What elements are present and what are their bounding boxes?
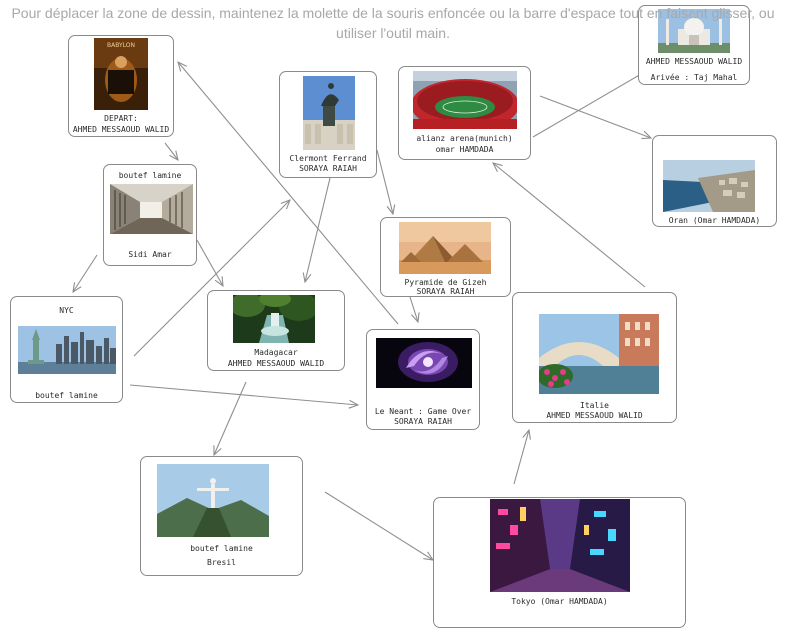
svg-text:BABYLON: BABYLON [107, 42, 135, 49]
galaxy-image [376, 338, 472, 388]
nyc-title: NYC [59, 306, 74, 315]
bresil-subtitle: Bresil [207, 558, 236, 567]
allianz-title: alianz arena(munich) [416, 134, 513, 143]
allianz-subtitle: omar HAMDADA [435, 145, 494, 154]
arrow-allianz-to-oran[interactable] [539, 95, 651, 138]
pyramids-image [399, 222, 491, 274]
tokyo-title: Tokyo (Omar HAMDADA) [511, 597, 608, 606]
arrow-clermont-to-pyramide[interactable] [376, 149, 393, 214]
babylon-poster-image: BABYLON [94, 38, 148, 110]
node-allianz-arena[interactable]: alianz arena(munich) omar HAMDADA [398, 66, 531, 160]
madagascar-title: Madagacar [254, 348, 298, 357]
node-le-neant[interactable]: Le Neant : Game Over SORAYA RAIAH [366, 329, 480, 430]
node-nyc[interactable]: NYC boutef lamine [10, 296, 123, 403]
node-tokyo[interactable]: Tokyo (Omar HAMDADA) [433, 497, 686, 628]
prison-corridor-image [110, 184, 193, 234]
neant-subtitle: SORAYA RAIAH [394, 417, 452, 426]
node-italie[interactable]: Italie AHMED MESSAOUD WALID [512, 292, 677, 423]
taj-subtitle: Arivée : Taj Mahal [650, 73, 738, 82]
madagascar-subtitle: AHMED MESSAOUD WALID [227, 359, 325, 368]
sidi-amar-subtitle: Sidi Amar [128, 250, 172, 259]
depart-title: DEPART: [104, 114, 138, 123]
canvas-hint: Pour déplacer la zone de dessin, mainten… [11, 5, 775, 41]
jungle-waterfall-image [233, 295, 315, 343]
bresil-title: boutef lamine [190, 544, 253, 553]
node-depart[interactable]: BABYLON DEPART: AHMED MESSAOUD WALID [68, 35, 174, 137]
arrow-clermont-to-madagascar[interactable] [305, 177, 331, 282]
arrow-allianz-to-taj[interactable] [532, 70, 648, 138]
stadium-image [413, 71, 517, 129]
node-oran[interactable]: Oran (Omar HAMDADA) [652, 135, 777, 227]
arrow-madagascar-to-bresil[interactable] [214, 381, 247, 455]
venice-image [539, 314, 659, 394]
arrow-depart-to-sidi-amar[interactable] [164, 142, 178, 160]
node-bresil[interactable]: boutef lamine Bresil [140, 456, 303, 576]
sidi-amar-title: boutef lamine [118, 171, 182, 180]
nyc-subtitle: boutef lamine [35, 391, 98, 400]
arrow-sidi-amar-to-nyc[interactable] [73, 254, 98, 292]
arrow-bresil-to-tokyo[interactable] [324, 491, 433, 560]
christ-redeemer-image [157, 464, 269, 537]
arrow-pyramide-to-neant[interactable] [409, 296, 418, 322]
taj-title: AHMED MESSAOUD WALID [645, 57, 743, 66]
node-madagascar[interactable]: Madagacar AHMED MESSAOUD WALID [207, 290, 345, 371]
nyc-skyline-image [18, 326, 116, 374]
node-clermont-ferrand[interactable]: Clermont Ferrand SORAYA RAIAH [279, 71, 377, 178]
arrow-italie-to-allianz[interactable] [493, 163, 646, 288]
pyramide-subtitle: SORAYA RAIAH [416, 287, 475, 296]
clermont-statue-image [303, 76, 355, 150]
arrow-nyc-to-neant[interactable] [129, 384, 358, 405]
node-pyramide-gizeh[interactable]: Pyramide de Gizeh SORAYA RAIAH [380, 217, 511, 297]
oran-title: Oran (Omar HAMDADA) [668, 216, 761, 225]
oran-city-image [663, 160, 755, 212]
clermont-subtitle: SORAYA RAIAH [299, 164, 357, 173]
arrow-tokyo-to-italie[interactable] [513, 430, 529, 485]
italie-subtitle: AHMED MESSAOUD WALID [546, 411, 643, 420]
tokyo-neon-image [490, 499, 630, 592]
arrow-sidi-amar-to-madagascar[interactable] [196, 239, 223, 286]
depart-subtitle: AHMED MESSAOUD WALID [72, 125, 170, 134]
node-sidi-amar[interactable]: boutef lamine Sidi Amar [103, 164, 197, 266]
